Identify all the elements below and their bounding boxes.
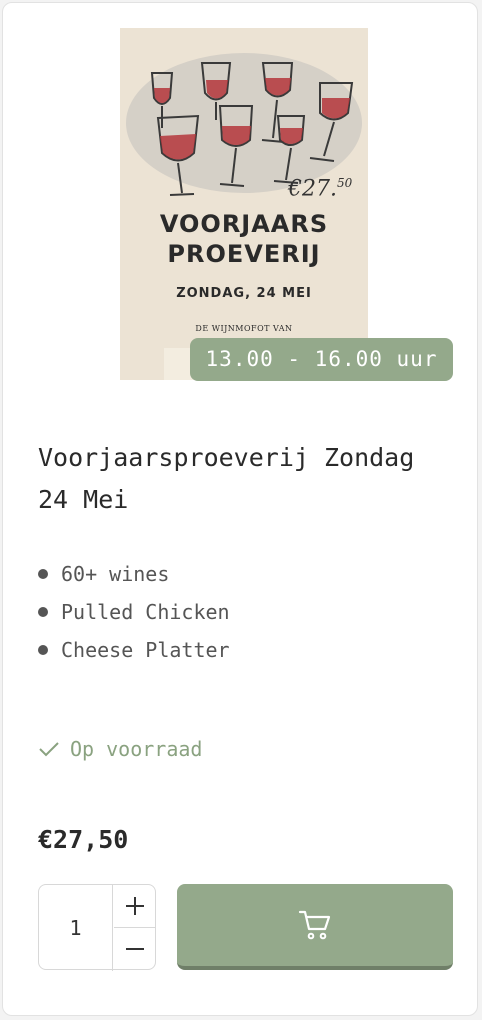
- feature-list: 60+ wines Pulled Chicken Cheese Platter: [38, 555, 230, 669]
- quantity-stepper: 1: [38, 884, 156, 971]
- list-item: 60+ wines: [38, 555, 230, 593]
- poster-title-line1: VOORJAARS: [159, 210, 329, 238]
- poster-date: ZONDAG, 24 MEI: [176, 286, 312, 301]
- poster-price: €27.50: [288, 176, 352, 201]
- stock-status: Op voorraad: [38, 737, 202, 761]
- poster-footer: DE WIJNMOFOT VAN: [195, 324, 293, 333]
- feature-text: Pulled Chicken: [61, 600, 230, 624]
- cart-icon: [298, 910, 331, 940]
- product-title[interactable]: Voorjaarsproeverij Zondag 24 Mei: [38, 437, 458, 521]
- product-price: €27,50: [38, 825, 129, 854]
- poster-price-cents: 50: [336, 176, 353, 190]
- product-card: €27.50 VOORJAARS PROEVERIJ ZONDAG, 24 ME…: [2, 2, 478, 1016]
- poster-price-main: €27.: [288, 176, 337, 202]
- poster-title-line2: PROEVERIJ: [167, 240, 321, 268]
- time-badge: 13.00 - 16.00 uur: [190, 338, 453, 381]
- add-to-cart-button[interactable]: [177, 884, 453, 970]
- bullet-icon: [38, 645, 48, 655]
- feature-text: 60+ wines: [61, 562, 170, 586]
- stock-status-text: Op voorraad: [70, 737, 203, 761]
- check-icon: [39, 742, 59, 757]
- product-image[interactable]: €27.50 VOORJAARS PROEVERIJ ZONDAG, 24 ME…: [120, 28, 368, 380]
- quantity-increase-button[interactable]: [114, 885, 156, 928]
- plus-icon: [126, 897, 144, 915]
- quantity-input[interactable]: 1: [39, 885, 113, 971]
- bullet-icon: [38, 569, 48, 579]
- bullet-icon: [38, 607, 48, 617]
- feature-text: Cheese Platter: [61, 638, 230, 662]
- list-item: Pulled Chicken: [38, 593, 230, 631]
- quantity-decrease-button[interactable]: [114, 928, 156, 970]
- minus-icon: [126, 948, 144, 950]
- list-item: Cheese Platter: [38, 631, 230, 669]
